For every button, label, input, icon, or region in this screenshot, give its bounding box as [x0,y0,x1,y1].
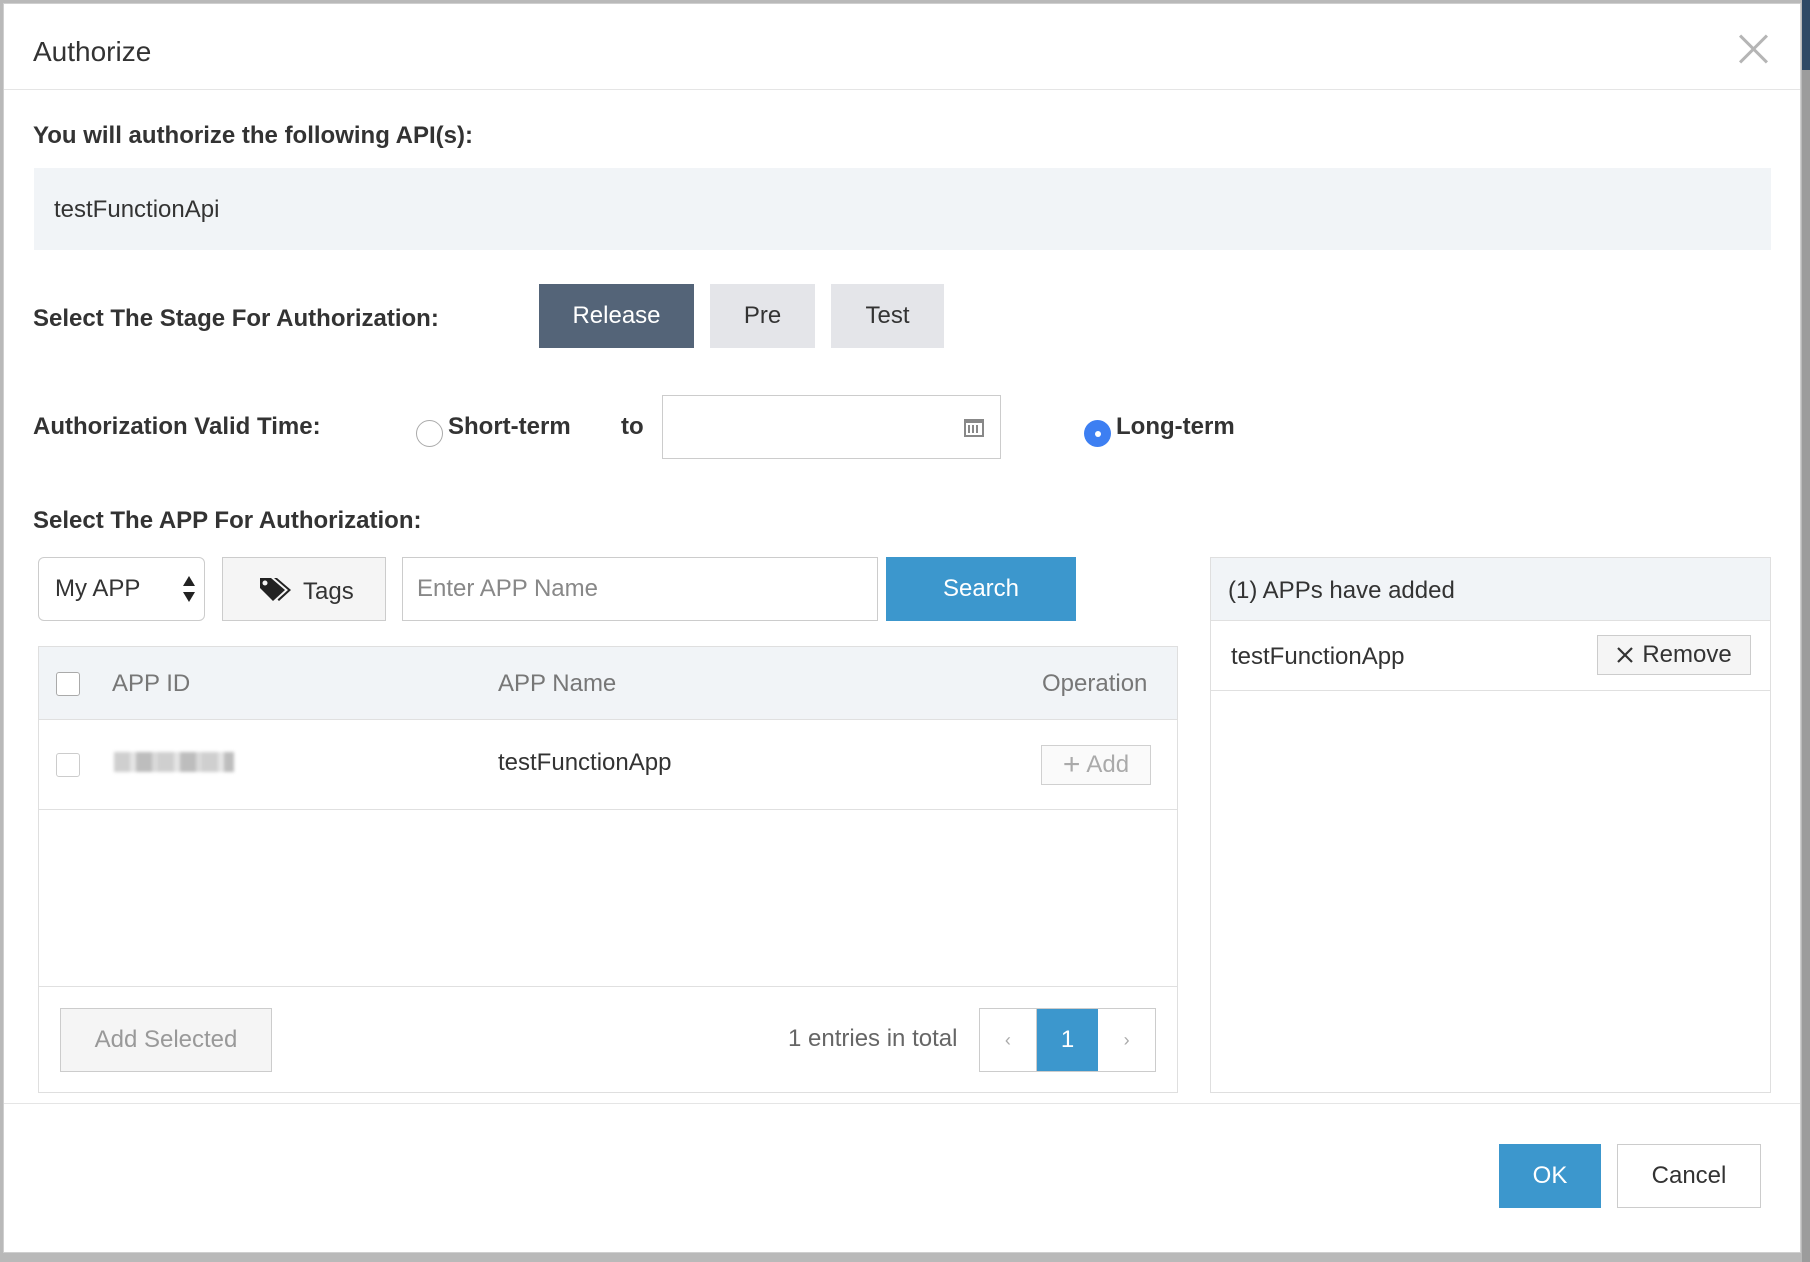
app-section-label: Select The APP For Authorization: [33,507,422,534]
calendar-icon[interactable] [964,419,984,437]
table-header: APP ID APP Name Operation [39,647,1177,720]
remove-label: Remove [1642,641,1732,668]
app-table: APP ID APP Name Operation testFunctionAp… [38,646,1178,1093]
end-date-input[interactable] [662,395,1001,459]
stage-pre-button[interactable]: Pre [710,284,815,348]
authorize-dialog: Authorize You will authorize the followi… [3,3,1801,1253]
add-selected-button[interactable]: Add Selected [60,1008,272,1072]
short-term-radio[interactable] [416,420,443,447]
column-operation: Operation [1042,670,1148,697]
ok-button[interactable]: OK [1499,1144,1601,1208]
dialog-title: Authorize [33,36,152,67]
long-term-label: Long-term [1116,413,1235,440]
column-app-id: APP ID [112,670,191,697]
plus-icon: + [1062,748,1081,781]
app-filter-select[interactable]: My APP [38,557,205,621]
api-name: testFunctionApi [54,196,220,223]
remove-button[interactable]: Remove [1597,635,1751,675]
stage-release-button[interactable]: Release [539,284,694,348]
pagination: ‹ 1 › [979,1008,1156,1072]
background-strip-accent [1802,0,1810,70]
select-arrows-icon [183,576,195,602]
long-term-radio[interactable] [1084,420,1111,447]
table-footer: Add Selected 1 entries in total ‹ 1 › [39,986,1177,1093]
tags-button[interactable]: Tags [222,557,386,621]
app-filter-value: My APP [55,575,141,602]
dialog-header: Authorize [4,4,1800,90]
table-row: testFunctionApp + Add [39,720,1177,810]
page-1-button[interactable]: 1 [1036,1009,1099,1071]
search-button[interactable]: Search [886,557,1076,621]
row-checkbox[interactable] [56,753,80,777]
background-strip [1802,0,1810,1262]
stage-label: Select The Stage For Authorization: [33,305,439,332]
tags-label: Tags [303,578,354,605]
select-all-checkbox[interactable] [56,672,80,696]
tags-icon [260,578,291,601]
api-section-label: You will authorize the following API(s): [33,122,473,149]
short-term-label: Short-term [448,413,571,440]
api-list-box: testFunctionApi [34,168,1771,250]
next-page-button[interactable]: › [1098,1009,1155,1071]
added-apps-title: (1) APPs have added [1228,577,1455,604]
app-search-input[interactable] [402,557,878,621]
stage-test-button[interactable]: Test [831,284,944,348]
prev-page-button[interactable]: ‹ [980,1009,1037,1071]
add-label: Add [1086,751,1130,778]
list-item: testFunctionApp Remove [1211,621,1770,691]
added-app-name: testFunctionApp [1231,643,1405,670]
column-app-name: APP Name [498,670,617,697]
footer-divider [4,1103,1800,1104]
added-apps-panel: (1) APPs have added testFunctionApp Remo… [1210,557,1771,1093]
app-name-cell: testFunctionApp [498,749,672,776]
close-icon[interactable] [1736,32,1770,66]
added-apps-header: (1) APPs have added [1211,558,1770,621]
app-id-value [114,752,234,772]
entries-total: 1 entries in total [788,1025,958,1052]
add-button[interactable]: + Add [1041,745,1151,785]
close-icon [1617,647,1634,663]
to-label: to [621,413,644,440]
valid-time-label: Authorization Valid Time: [33,413,321,440]
cancel-button[interactable]: Cancel [1617,1144,1761,1208]
